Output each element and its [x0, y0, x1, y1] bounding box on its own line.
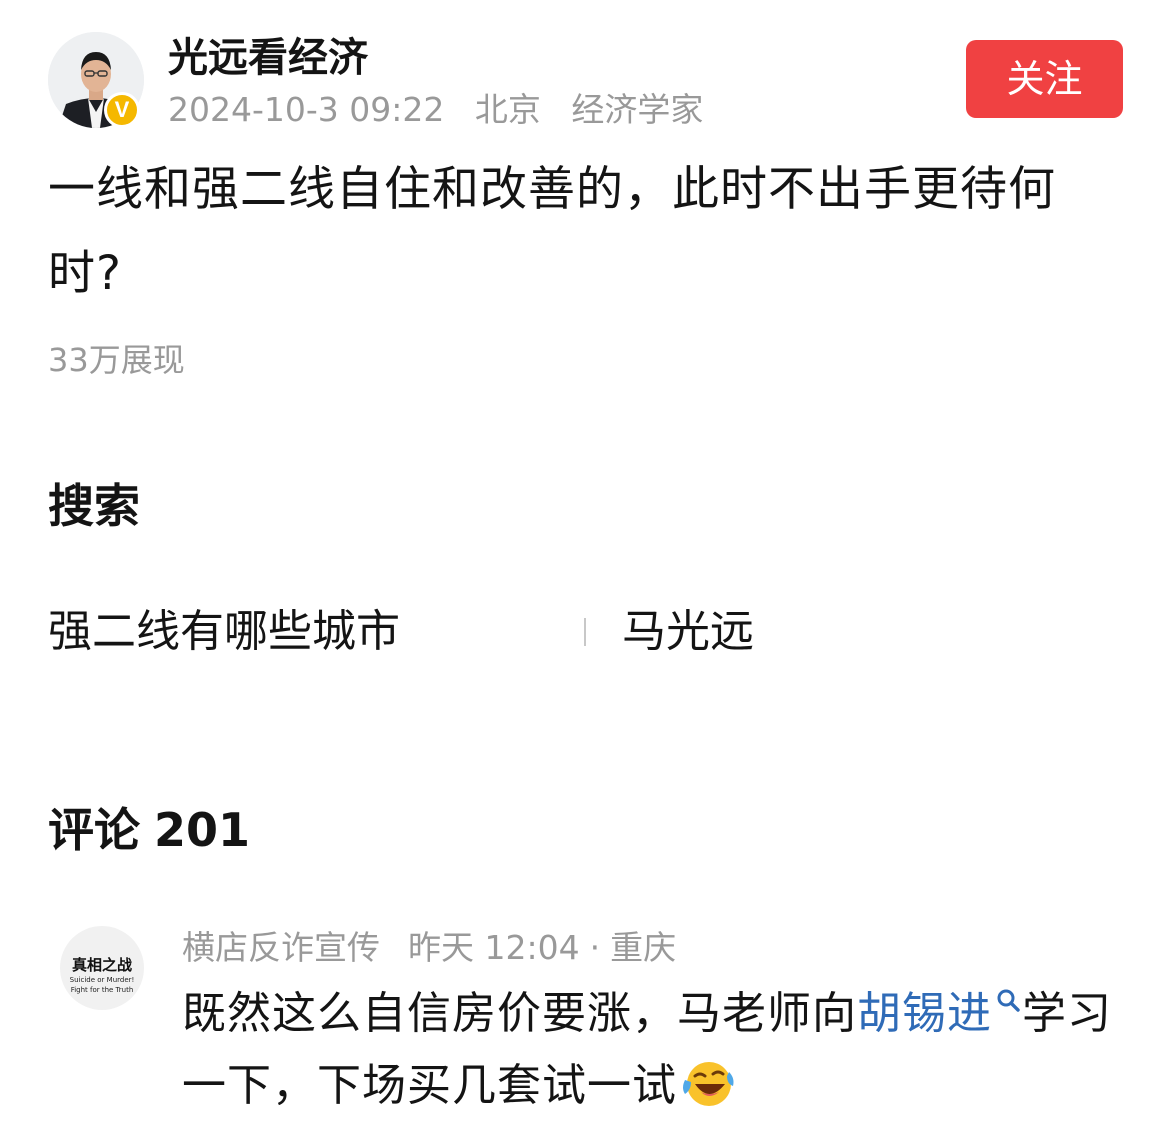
search-section-title: 搜索: [48, 479, 140, 533]
comment-time: 昨天 12:04: [408, 928, 580, 967]
post-text: 一线和强二线自住和改善的，此时不出手更待何时?: [48, 162, 1056, 301]
view-count: 33万展现: [48, 341, 185, 379]
author-role: 经济学家: [571, 90, 704, 129]
post-datetime: 2024-10-3 09:22: [168, 90, 445, 129]
verified-badge-icon: V: [104, 92, 140, 128]
search-suggestion[interactable]: 强二线有哪些城市: [48, 604, 400, 660]
comments-count: 201: [154, 803, 251, 857]
comment-meta: 横店反诈宣传 昨天 12:04 · 重庆: [182, 926, 676, 970]
search-divider: [584, 618, 586, 646]
post-location: 北京: [474, 90, 541, 129]
search-link[interactable]: 胡锡进: [857, 988, 992, 1039]
meta-separator: ·: [589, 928, 601, 967]
post-meta: 2024-10-3 09:22 北京 经济学家: [168, 88, 703, 132]
comments-title: 评论: [48, 803, 140, 857]
comment-text: 既然这么自信房价要涨，马老师向胡锡进 学习一下，下场买几套试一试: [182, 978, 1122, 1122]
commenter-name[interactable]: 横店反诈宣传: [182, 928, 380, 967]
post-header: V 光远看经济 2024-10-3 09:22 北京 经济学家 关注: [0, 0, 1170, 150]
comments-header: 评论 201: [48, 802, 264, 858]
search-icon[interactable]: [996, 988, 1022, 1014]
comment-text-part: 既然这么自信房价要涨，马老师向: [182, 988, 857, 1039]
avatar-logo-text: 真相之战: [71, 956, 132, 974]
follow-button[interactable]: 关注: [966, 40, 1123, 118]
comment-location: 重庆: [610, 928, 677, 967]
commenter-avatar[interactable]: 真相之战 Suicide or Murder! Fight for the Tr…: [60, 926, 144, 1010]
avatar-logo-subtext: Suicide or Murder!: [69, 976, 135, 984]
laughing-crying-emoji-icon: [683, 1062, 734, 1106]
search-suggestion[interactable]: 马光远: [622, 604, 754, 660]
avatar-logo-subtext: Fight for the Truth: [70, 986, 134, 994]
author-name[interactable]: 光远看经济: [168, 34, 368, 82]
